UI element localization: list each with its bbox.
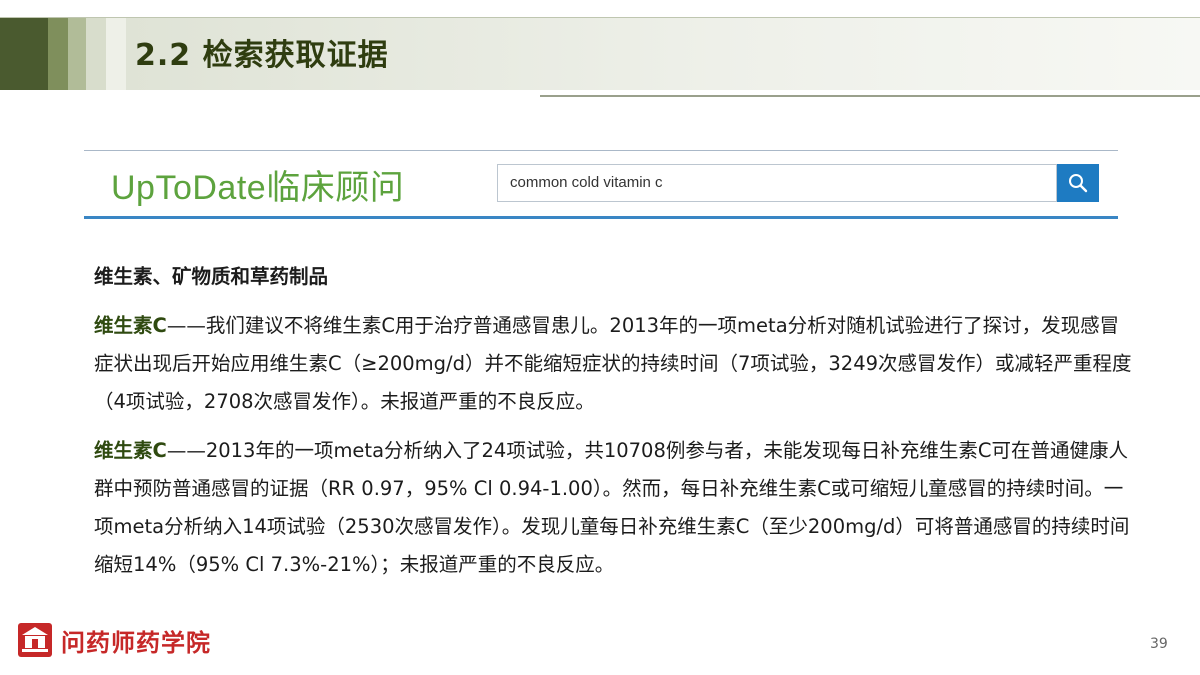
banner-top-rule — [84, 150, 1118, 151]
banner-bottom-rule — [84, 216, 1118, 219]
footer-logo: 问药师药学院 — [17, 622, 211, 658]
search-icon — [1069, 174, 1088, 193]
paragraph-1-lead: 维生素C — [94, 314, 167, 337]
paragraph-1: 维生素C——我们建议不将维生素C用于治疗普通感冒患儿。2013年的一项meta分… — [94, 307, 1134, 421]
slide-title: 2.2 检索获取证据 — [135, 38, 389, 73]
search-input[interactable] — [510, 165, 1050, 201]
section-heading: 维生素、矿物质和草药制品 — [94, 265, 329, 288]
header-stripes — [0, 18, 128, 90]
page-number: 39 — [1150, 636, 1168, 652]
uptodate-logo: UpToDate临床顾问 — [111, 169, 405, 207]
title-underline — [540, 95, 1200, 97]
footer-logo-text: 问药师药学院 — [61, 628, 211, 657]
search-button[interactable] — [1057, 164, 1099, 202]
paragraph-2: 维生素C——2013年的一项meta分析纳入了24项试验，共10708例参与者，… — [94, 432, 1134, 584]
school-icon — [18, 623, 52, 657]
paragraph-2-lead: 维生素C — [94, 439, 167, 462]
search-box[interactable] — [497, 164, 1057, 202]
paragraph-1-text: ——我们建议不将维生素C用于治疗普通感冒患儿。2013年的一项meta分析对随机… — [94, 314, 1132, 413]
paragraph-2-text: ——2013年的一项meta分析纳入了24项试验，共10708例参与者，未能发现… — [94, 439, 1130, 576]
